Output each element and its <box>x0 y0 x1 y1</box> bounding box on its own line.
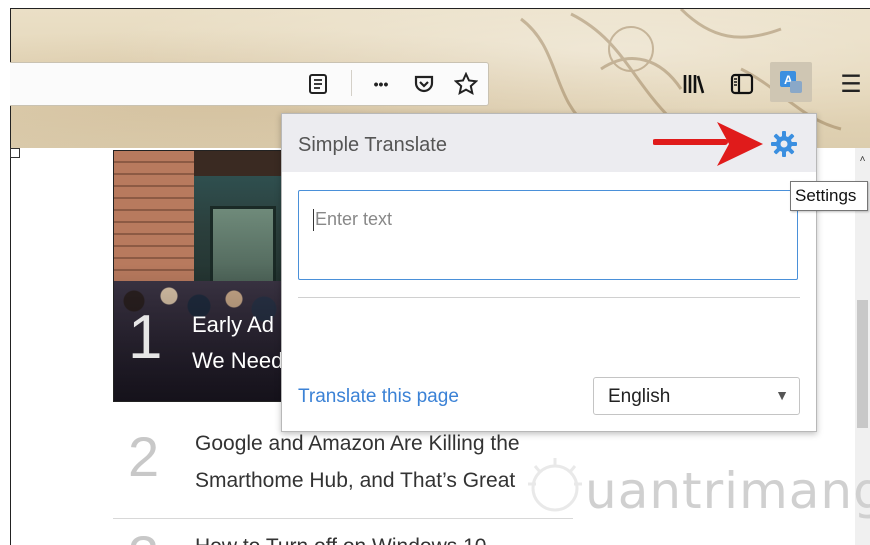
watermark-text: uantrimang <box>585 462 870 520</box>
translate-extension-icon[interactable]: A <box>770 62 812 102</box>
article-title-line[interactable]: How to Turn off on Windows 10 <box>195 536 486 545</box>
article-number: 2 <box>128 425 160 488</box>
chevron-down-icon: ▼ <box>775 387 789 403</box>
translate-page-link[interactable]: Translate this page <box>298 386 459 408</box>
library-icon[interactable] <box>680 70 708 98</box>
scroll-up-icon[interactable]: ˄ <box>857 153 868 167</box>
reader-view-icon[interactable] <box>306 72 330 96</box>
article-number: 3 <box>128 528 159 545</box>
article-divider <box>113 518 573 519</box>
scrollbar-thumb[interactable] <box>857 300 868 428</box>
menu-icon[interactable]: ☰ <box>838 70 864 98</box>
red-arrow-annotation <box>653 122 763 166</box>
window-top-border <box>0 0 870 8</box>
settings-gear-icon[interactable] <box>771 131 797 157</box>
article-title-line[interactable]: Google and Amazon Are Killing the <box>195 432 520 456</box>
bookmark-star-icon[interactable] <box>452 70 480 98</box>
target-language-select[interactable]: English ▼ <box>593 377 800 415</box>
window-corner-marker <box>10 148 20 158</box>
pocket-icon[interactable] <box>410 70 438 98</box>
translate-input[interactable]: Enter text <box>298 190 798 280</box>
sidebar-icon[interactable] <box>728 70 756 98</box>
popup-divider <box>298 297 800 298</box>
toolbar-separator <box>351 70 352 96</box>
more-actions-icon[interactable]: ••• <box>366 72 396 96</box>
article-number: 1 <box>128 303 163 372</box>
article-title-line[interactable]: We Need <box>192 348 283 374</box>
article-title-line[interactable]: Smarthome Hub, and That’s Great <box>195 469 515 493</box>
text-caret <box>313 209 314 231</box>
popup-title: Simple Translate <box>298 134 447 156</box>
selected-language: English <box>608 386 671 407</box>
settings-tooltip: Settings <box>790 181 868 211</box>
article-title-line[interactable]: Early Ad <box>192 312 274 338</box>
